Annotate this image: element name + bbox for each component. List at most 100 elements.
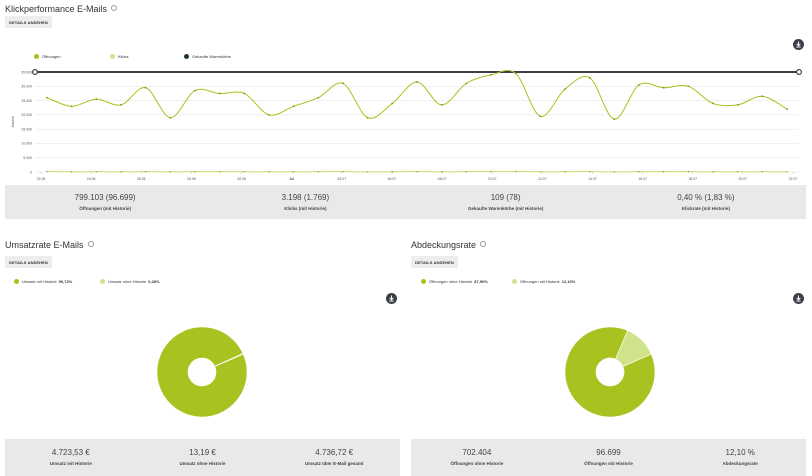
download-icon[interactable] xyxy=(793,293,804,304)
stat-oeffnungen-ohne: 702.404 Öffnungen ohne Historie xyxy=(411,448,543,476)
data-point-oeffnungen xyxy=(391,102,394,105)
data-point-oeffnungen xyxy=(70,105,73,108)
klick-title: Klickperformance E-Mails xyxy=(5,4,118,14)
stat-value: 109 (78) xyxy=(490,193,521,202)
series-handle xyxy=(795,69,802,76)
data-point-klicks xyxy=(613,171,616,173)
stat-label: Umsatz mit Historie xyxy=(49,461,92,466)
data-point-klicks xyxy=(564,170,566,173)
klick-legend-oeffnungen[interactable]: Öffnungen xyxy=(34,54,61,59)
data-point-klicks xyxy=(539,171,542,173)
x-tick-label: 16.07 xyxy=(638,177,647,181)
y-tick-label: 25.000 xyxy=(21,99,32,103)
data-point-oeffnungen xyxy=(736,103,739,106)
info-icon[interactable] xyxy=(87,241,94,247)
stat-label: Umsatz über E-Mail gesamt xyxy=(304,461,364,466)
data-point-klicks xyxy=(120,171,122,173)
data-point-oeffnungen xyxy=(514,72,517,75)
download-icon[interactable] xyxy=(793,39,804,50)
data-point-klicks xyxy=(317,170,320,173)
data-point-klicks xyxy=(391,171,394,173)
data-point-oeffnungen xyxy=(120,103,122,106)
data-point-klicks xyxy=(638,170,640,173)
stat-klicks: 3.198 (1.769) Klicks (mit Historie) xyxy=(205,193,405,219)
stat-label: Öffnungen mit Historie xyxy=(584,461,633,466)
x-tick-label: 06.07 xyxy=(388,177,397,181)
data-point-klicks xyxy=(366,171,369,173)
info-icon[interactable] xyxy=(111,5,118,11)
klick-legend-klicks[interactable]: Klicks xyxy=(110,54,128,59)
stat-label: Gekaufte Warenkörbe (mit Historie) xyxy=(467,206,544,211)
data-point-klicks xyxy=(218,170,221,173)
data-point-oeffnungen xyxy=(366,116,369,119)
stat-oeffnungen: 799.103 (96.699) Öffnungen (mit Historie) xyxy=(5,193,205,219)
download-icon[interactable] xyxy=(386,293,397,304)
data-point-klicks xyxy=(712,171,714,173)
data-point-oeffnungen xyxy=(588,76,591,79)
legend-dot xyxy=(110,54,115,59)
stat-label: Klickrate (mit Historie) xyxy=(681,206,730,211)
series-line-oeffnungen xyxy=(46,69,788,120)
data-point-oeffnungen xyxy=(539,115,542,118)
info-icon[interactable] xyxy=(480,241,487,247)
x-tick-label: 24.06 xyxy=(87,177,96,181)
legend-dot xyxy=(14,279,19,284)
legend-dot xyxy=(34,54,39,59)
abdeckung-title: Abdeckungsrate xyxy=(411,240,487,250)
klick-legend-warenkoerbe[interactable]: Gekaufte Warenkörbe xyxy=(184,54,231,59)
y-tick-label: 0 xyxy=(30,170,32,174)
x-tick-label: 22.07 xyxy=(789,177,798,181)
y-tick-label: 35.000 xyxy=(21,70,32,74)
data-point-oeffnungen xyxy=(46,96,48,99)
stat-warenkoerbe: 109 (78) Gekaufte Warenkörbe (mit Histori… xyxy=(406,193,606,219)
klick-title-text: Klickperformance E-Mails xyxy=(5,4,108,14)
data-point-klicks xyxy=(342,170,344,173)
abdeckung-legend-mit[interactable]: Öffnungen mit Historie 12,10% xyxy=(512,279,575,284)
data-point-oeffnungen xyxy=(662,86,665,89)
stat-value: 4.736,72 € xyxy=(315,448,354,457)
data-point-oeffnungen xyxy=(440,103,443,106)
klick-details-button[interactable]: DETAILS ANSEHEN xyxy=(5,16,52,28)
x-tick-label: 30.06 xyxy=(237,177,246,181)
legend-label: Öffnungen ohne Historie xyxy=(429,279,473,284)
umsatz-details-button[interactable]: DETAILS ANSEHEN xyxy=(5,256,52,268)
umsatz-legend-mit[interactable]: Umsatz mit Historie 99,72% xyxy=(14,279,72,284)
umsatz-stats-panel: 4.723,53 € Umsatz mit Historie 13,19 € Ums… xyxy=(5,439,400,476)
legend-pct: 99,72% xyxy=(58,279,73,284)
legend-pct: 87,90% xyxy=(474,279,488,284)
legend-pct: 0,28% xyxy=(148,279,160,284)
legend-label: Gekaufte Warenkörbe xyxy=(192,54,231,59)
data-point-klicks xyxy=(268,171,270,173)
data-point-klicks xyxy=(243,170,246,173)
legend-dot xyxy=(184,54,189,59)
stat-label: Öffnungen ohne Historie xyxy=(450,461,504,466)
data-point-klicks xyxy=(662,170,665,173)
stat-value: 13,19 € xyxy=(189,448,216,457)
abdeckung-details-button[interactable]: DETAILS ANSEHEN xyxy=(411,256,458,268)
umsatz-legend-ohne[interactable]: Umsatz ohne Historie 0,28% xyxy=(100,279,160,284)
legend-label: Umsatz ohne Historie xyxy=(108,279,147,284)
y-tick-label: 20.000 xyxy=(21,113,32,117)
data-point-klicks xyxy=(292,171,295,173)
stat-label: Klicks (mit Historie) xyxy=(284,206,327,211)
x-tick-label: 04.07 xyxy=(337,177,346,181)
data-point-oeffnungen xyxy=(243,92,246,95)
data-point-oeffnungen xyxy=(317,96,320,99)
legend-label: Öffnungen xyxy=(42,54,61,59)
stat-oeffnungen-mit: 96.699 Öffnungen mit Historie xyxy=(543,448,675,476)
data-point-oeffnungen xyxy=(218,92,221,95)
x-tick-label: 08.07 xyxy=(438,177,447,181)
data-point-klicks xyxy=(169,171,172,173)
legend-dot xyxy=(512,279,517,284)
umsatz-donut-chart xyxy=(156,326,248,418)
x-tick-label: 22.06 xyxy=(37,177,46,181)
data-point-klicks xyxy=(588,170,591,173)
y-tick-label: 15.000 xyxy=(21,127,32,131)
stat-label: Öffnungen (mit Historie) xyxy=(79,206,131,211)
abdeckung-legend-ohne[interactable]: Öffnungen ohne Historie 87,90% xyxy=(421,279,488,284)
stat-value: 0,40 % (1,83 %) xyxy=(677,193,735,202)
data-point-klicks xyxy=(416,170,418,173)
data-point-klicks xyxy=(465,170,468,173)
data-point-klicks xyxy=(514,170,517,173)
abdeckung-stats-panel: 702.404 Öffnungen ohne Historie 96.699 Öff… xyxy=(411,439,806,476)
